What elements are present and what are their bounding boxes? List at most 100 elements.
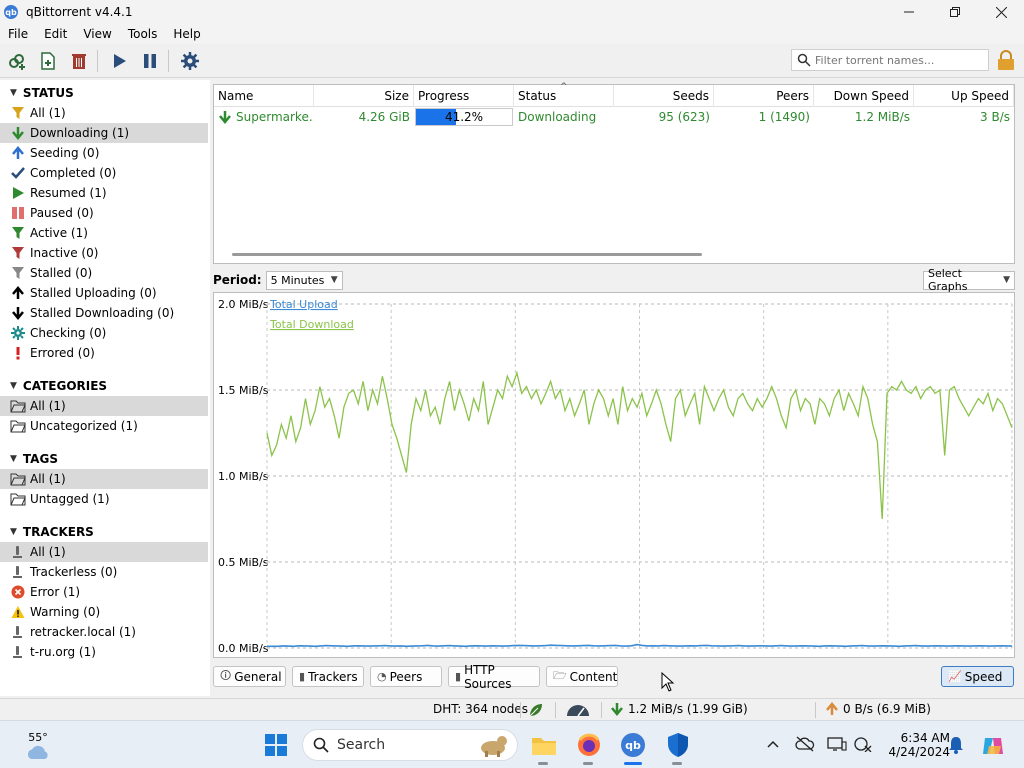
column-header-progress[interactable]: Progress: [414, 85, 514, 107]
taskbar-defender[interactable]: [664, 731, 692, 759]
tab-content-label: Content: [569, 669, 618, 684]
taskbar-qbittorrent[interactable]: qb: [618, 730, 648, 760]
status-item[interactable]: Active (1): [0, 223, 208, 243]
trackers-header-label: TRACKERS: [22, 525, 94, 539]
tab-speed[interactable]: 📈 Speed: [941, 666, 1014, 687]
tab-peers[interactable]: ◔ Peers: [370, 666, 442, 687]
downloading-arrow-icon: [219, 111, 231, 124]
torrent-size: 4.26 GiB: [358, 110, 410, 124]
status-item-label: Stalled (0): [30, 266, 93, 280]
horizontal-scrollbar[interactable]: [232, 253, 702, 256]
torrent-seeds: 95 (623): [658, 110, 710, 124]
taskbar-clock[interactable]: 6:34 AM 4/24/2024: [880, 727, 950, 763]
error-icon: [10, 584, 26, 600]
tracker-item[interactable]: Error (1): [0, 582, 208, 602]
minimize-button[interactable]: [886, 0, 932, 24]
status-item[interactable]: Inactive (0): [0, 243, 208, 263]
status-item[interactable]: Resumed (1): [0, 183, 208, 203]
taskbar-firefox[interactable]: [575, 731, 603, 759]
status-item[interactable]: Seeding (0): [0, 143, 208, 163]
menu-tools[interactable]: Tools: [120, 27, 166, 41]
status-item[interactable]: Errored (0): [0, 343, 208, 363]
start-button[interactable]: [264, 733, 288, 757]
column-header-peers[interactable]: Peers: [714, 85, 814, 107]
taskbar-file-explorer[interactable]: [530, 731, 558, 759]
folder-icon: 🗁: [553, 669, 567, 682]
peers-icon: ◔: [377, 670, 387, 683]
alt-speed-button[interactable]: [528, 702, 544, 718]
onedrive-tray[interactable]: [794, 734, 816, 754]
speed-limits-button[interactable]: [565, 702, 591, 718]
filter-search-box[interactable]: [791, 49, 989, 71]
tab-general[interactable]: 🛈 General: [213, 666, 286, 687]
gear-icon: [10, 325, 26, 341]
tag-item[interactable]: Untagged (1): [0, 489, 208, 509]
torrent-row[interactable]: Supermarke... 4.26 GiB 41.2% Downloading…: [214, 107, 1014, 127]
maximize-button[interactable]: [932, 0, 978, 24]
status-item[interactable]: Stalled Downloading (0): [0, 303, 208, 323]
tracker-item[interactable]: Trackerless (0): [0, 562, 208, 582]
display-tray[interactable]: [826, 734, 848, 754]
show-hidden-icons-button[interactable]: [764, 735, 782, 753]
taskbar-search-box[interactable]: Search: [302, 729, 518, 761]
upload-speed-status[interactable]: 0 B/s (6.9 MiB): [825, 702, 931, 716]
status-item[interactable]: Stalled Uploading (0): [0, 283, 208, 303]
lock-button[interactable]: [995, 50, 1017, 75]
tags-section-header[interactable]: ▼ TAGS: [0, 449, 210, 469]
menu-help[interactable]: Help: [165, 27, 208, 41]
gear-icon: [181, 51, 199, 70]
shield-icon: [668, 733, 688, 757]
status-section-header[interactable]: ▼ STATUS: [0, 83, 210, 103]
resume-button[interactable]: [105, 47, 133, 75]
close-button[interactable]: [978, 0, 1024, 24]
status-item[interactable]: All (1): [0, 103, 208, 123]
copilot-button[interactable]: [980, 733, 1006, 759]
select-graphs-dropdown[interactable]: Select Graphs ▼: [923, 267, 1015, 293]
tracker-item[interactable]: retracker.local (1): [0, 622, 208, 642]
tracker-item[interactable]: Warning (0): [0, 602, 208, 622]
column-header-seeds[interactable]: Seeds: [614, 85, 714, 107]
status-item[interactable]: Completed (0): [0, 163, 208, 183]
trackers-section-header[interactable]: ▼ TRACKERS: [0, 522, 210, 542]
weather-widget[interactable]: 55°: [18, 727, 58, 763]
options-button[interactable]: [176, 47, 204, 75]
menu-file[interactable]: File: [0, 27, 36, 41]
status-item[interactable]: Stalled (0): [0, 263, 208, 283]
add-torrent-file-button[interactable]: [34, 47, 62, 75]
column-header-name[interactable]: Name: [214, 85, 314, 107]
pause-button[interactable]: [136, 47, 164, 75]
tracker-item[interactable]: t-ru.org (1): [0, 642, 208, 662]
categories-section-header[interactable]: ▼ CATEGORIES: [0, 376, 210, 396]
filter-torrent-input[interactable]: [815, 53, 985, 67]
category-item[interactable]: Uncategorized (1): [0, 416, 208, 436]
delete-torrent-button[interactable]: [65, 47, 93, 75]
pause-icon: [144, 53, 156, 68]
tracker-icon: [10, 544, 26, 560]
column-header-size[interactable]: Size: [314, 85, 414, 107]
play-icon: [10, 185, 26, 201]
period-select[interactable]: 5 Minutes ▼: [265, 270, 343, 290]
upload-speed-text: 0 B/s (6.9 MiB): [843, 702, 931, 716]
tab-content[interactable]: 🗁 Content: [546, 666, 618, 687]
status-item[interactable]: Downloading (1): [0, 123, 208, 143]
add-torrent-link-button[interactable]: [3, 47, 31, 75]
status-item[interactable]: Paused (0): [0, 203, 208, 223]
column-header-down-speed[interactable]: Down Speed: [814, 85, 914, 107]
tracker-item[interactable]: All (1): [0, 542, 208, 562]
column-header-up-speed[interactable]: Up Speed: [914, 85, 1014, 107]
tab-http-sources[interactable]: ▮ HTTP Sources: [448, 663, 540, 691]
legend-entry-total-upload[interactable]: Total Upload: [269, 298, 338, 311]
network-tray[interactable]: [852, 734, 874, 754]
download-speed-status[interactable]: 1.2 MiB/s (1.99 GiB): [610, 702, 748, 716]
legend-entry-total-download[interactable]: Total Download: [269, 318, 354, 331]
status-item[interactable]: Checking (0): [0, 323, 208, 343]
menu-view[interactable]: View: [75, 27, 119, 41]
tab-trackers[interactable]: ▮ Trackers: [292, 666, 364, 687]
restore-icon: [950, 7, 960, 17]
leaf-icon: [529, 704, 542, 717]
menu-edit[interactable]: Edit: [36, 27, 75, 41]
category-item[interactable]: All (1): [0, 396, 208, 416]
notifications-button[interactable]: [946, 735, 966, 755]
properties-tabs: 🛈 General ▮ Trackers ◔ Peers ▮ HTTP Sources …: [213, 663, 1015, 691]
tag-item[interactable]: All (1): [0, 469, 208, 489]
